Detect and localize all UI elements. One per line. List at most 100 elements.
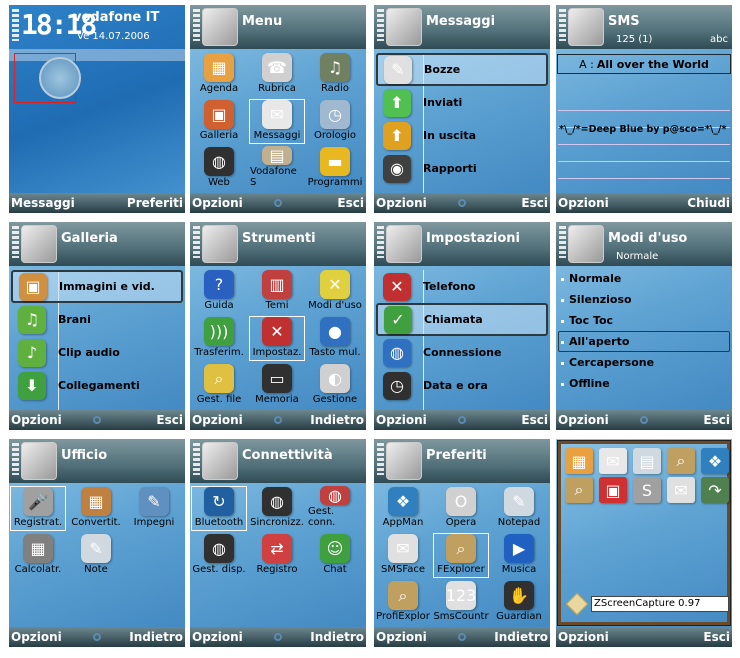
notes-icon[interactable]: ▤ bbox=[633, 448, 661, 474]
right-softkey[interactable]: Indietro bbox=[494, 630, 548, 644]
list-item-audio-clip[interactable]: ♪ Clip audio bbox=[11, 336, 183, 369]
smsface-icon[interactable]: S bbox=[633, 477, 661, 503]
grid-item-multimedia-key[interactable]: ● Tasto mul. bbox=[307, 316, 363, 361]
grid-item-globe[interactable]: ◍ Web bbox=[191, 146, 247, 191]
list-item-images[interactable]: ▣ Immagini e vid. bbox=[11, 270, 183, 303]
grid-item-profiles[interactable]: ✕ Modi d'uso bbox=[307, 269, 363, 314]
grid-item-label: ProfiExplor bbox=[376, 611, 430, 622]
grid-item-sync[interactable]: ◍ Sincronizz. bbox=[249, 486, 305, 531]
message-text[interactable]: *\_/*=Deep Blue by p@sco=*\_/* bbox=[559, 124, 726, 135]
clock-widget[interactable] bbox=[14, 53, 81, 103]
grid-item-app-manager[interactable]: ◐ Gestione bbox=[307, 363, 363, 408]
list-item-connection-settings[interactable]: ◍ Connessione bbox=[376, 336, 548, 369]
grid-item-calendar[interactable]: ▦ Agenda bbox=[191, 52, 247, 97]
right-softkey[interactable]: Esci bbox=[703, 413, 730, 427]
grid-item-chat[interactable]: ☺ Chat bbox=[307, 533, 363, 578]
grid-item-notes[interactable]: ✎ Note bbox=[68, 533, 124, 578]
list-item-date-time[interactable]: ◷ Data e ora bbox=[376, 369, 548, 402]
grid-item-themes[interactable]: ▥ Temi bbox=[249, 269, 305, 314]
grid-item-memory[interactable]: ▭ Memoria bbox=[249, 363, 305, 408]
profile-item[interactable]: Normale bbox=[558, 268, 730, 289]
left-softkey[interactable]: Opzioni bbox=[192, 196, 243, 210]
left-softkey[interactable]: Opzioni bbox=[11, 630, 62, 644]
right-softkey[interactable]: Preferiti bbox=[127, 196, 183, 210]
right-softkey[interactable]: Indietro bbox=[310, 630, 364, 644]
right-softkey[interactable]: Esci bbox=[521, 413, 548, 427]
grid-item-envelope[interactable]: ✉ Messaggi bbox=[249, 99, 305, 144]
mailbox-icon[interactable]: ✉ bbox=[667, 477, 695, 503]
grid-item-calculator[interactable]: ▦ Calcolatr. bbox=[10, 533, 66, 578]
right-softkey[interactable]: Indietro bbox=[310, 413, 364, 427]
right-softkey[interactable]: Indietro bbox=[129, 630, 183, 644]
grid-item-gallery[interactable]: ▣ Galleria bbox=[191, 99, 247, 144]
right-softkey[interactable]: Chiudi bbox=[687, 196, 730, 210]
left-softkey[interactable]: Opzioni bbox=[192, 630, 243, 644]
profile-item[interactable]: Offline bbox=[558, 373, 730, 394]
list-item-music[interactable]: ♫ Brani bbox=[11, 303, 183, 336]
grid-item-smsface[interactable]: ✉ SMSFace bbox=[375, 533, 431, 578]
grid-item-converter[interactable]: ▦ Convertit. bbox=[68, 486, 124, 531]
left-softkey[interactable]: Opzioni bbox=[192, 413, 243, 427]
app-name-field[interactable]: ZScreenCapture 0.97 bbox=[591, 596, 729, 612]
grid-item-folder[interactable]: ▬ Programmi bbox=[307, 146, 363, 191]
grid-item-fexplorer[interactable]: ⌕ FExplorer bbox=[433, 533, 489, 578]
grid-item-guardian[interactable]: ✋ Guardian bbox=[491, 580, 547, 625]
grid-item-appman[interactable]: ❖ AppMan bbox=[375, 486, 431, 531]
list-item-outbox[interactable]: ⬆ In uscita bbox=[376, 119, 548, 152]
grid-item-label: Musica bbox=[501, 564, 537, 575]
envelope-icon[interactable]: ✉ bbox=[599, 448, 627, 474]
profiexplorer-icon[interactable]: ⌕ bbox=[565, 477, 593, 503]
left-softkey[interactable]: Opzioni bbox=[376, 196, 427, 210]
calendar-icon[interactable]: ▦ bbox=[565, 448, 593, 474]
gift-icon[interactable]: ▣ bbox=[599, 477, 627, 503]
right-softkey[interactable]: Esci bbox=[337, 196, 364, 210]
list-item-phone-settings[interactable]: ✕ Telefono bbox=[376, 270, 548, 303]
list-item-call-settings[interactable]: ✓ Chiamata bbox=[376, 303, 548, 336]
grid-item-profiexplorer[interactable]: ⌕ ProfiExplor bbox=[375, 580, 431, 625]
grid-item-help[interactable]: ? Guida bbox=[191, 269, 247, 314]
profile-item[interactable]: Cercapersone bbox=[558, 352, 730, 373]
signal-strength-icon bbox=[193, 9, 200, 41]
grid-item-connection-manager[interactable]: ◍ Gest. conn. bbox=[307, 486, 363, 531]
appman-icon[interactable]: ❖ bbox=[701, 448, 729, 474]
grid-item-vodafone-services[interactable]: ▤ Vodafone S bbox=[249, 146, 305, 191]
list-item-drafts[interactable]: ✎ Bozze bbox=[376, 53, 548, 86]
grid-item-tasks[interactable]: ✎ Impegni bbox=[126, 486, 182, 531]
grid-item-transfer[interactable]: ))) Trasferim. bbox=[191, 316, 247, 361]
grid-item-label: Galleria bbox=[199, 130, 239, 141]
grid-item-contacts[interactable]: ☎ Rubrica bbox=[249, 52, 305, 97]
screen-capture-icon[interactable]: ↷ bbox=[701, 477, 729, 503]
grid-item-device-manager[interactable]: ◍ Gest. disp. bbox=[191, 533, 247, 578]
grid-item-file-manager[interactable]: ⌕ Gest. file bbox=[191, 363, 247, 408]
list-item-links[interactable]: ⬇ Collegamenti bbox=[11, 369, 183, 402]
profile-item[interactable]: Silenzioso bbox=[558, 289, 730, 310]
right-softkey[interactable]: Esci bbox=[703, 630, 730, 644]
left-softkey[interactable]: Opzioni bbox=[558, 630, 609, 644]
grid-item-smscounter[interactable]: 123 SmsCountr bbox=[433, 580, 489, 625]
grid-item-radio[interactable]: ♫ Radio bbox=[307, 52, 363, 97]
profile-item[interactable]: All'aperto bbox=[558, 331, 730, 352]
grid-item-log[interactable]: ⇄ Registro bbox=[249, 533, 305, 578]
list-item-reports[interactable]: ◉ Rapporti bbox=[376, 152, 548, 185]
recipient-field[interactable]: A : All over the World bbox=[557, 54, 731, 74]
right-softkey[interactable]: Esci bbox=[156, 413, 183, 427]
left-softkey[interactable]: Opzioni bbox=[558, 413, 609, 427]
left-softkey[interactable]: Opzioni bbox=[11, 413, 62, 427]
grid-item-settings[interactable]: ✕ Impostaz. bbox=[249, 316, 305, 361]
left-softkey[interactable]: Opzioni bbox=[376, 413, 427, 427]
grid-item-music-player[interactable]: ▶ Musica bbox=[491, 533, 547, 578]
grid-item-opera[interactable]: O Opera bbox=[433, 486, 489, 531]
right-softkey[interactable]: Esci bbox=[521, 196, 548, 210]
envelope-icon bbox=[568, 8, 604, 46]
grid-item-label: SMSFace bbox=[381, 564, 425, 575]
list-item-sent[interactable]: ⬆ Inviati bbox=[376, 86, 548, 119]
profile-item[interactable]: Toc Toc bbox=[558, 310, 730, 331]
grid-item-bluetooth[interactable]: ↻ Bluetooth bbox=[191, 486, 247, 531]
grid-item-clock[interactable]: ◷ Orologio bbox=[307, 99, 363, 144]
fexplorer-icon[interactable]: ⌕ bbox=[667, 448, 695, 474]
left-softkey[interactable]: Opzioni bbox=[376, 630, 427, 644]
grid-item-recorder[interactable]: 🎤 Registrat. bbox=[10, 486, 66, 531]
left-softkey[interactable]: Messaggi bbox=[11, 196, 75, 210]
grid-item-notepad[interactable]: ✎ Notepad bbox=[491, 486, 547, 531]
left-softkey[interactable]: Opzioni bbox=[558, 196, 609, 210]
